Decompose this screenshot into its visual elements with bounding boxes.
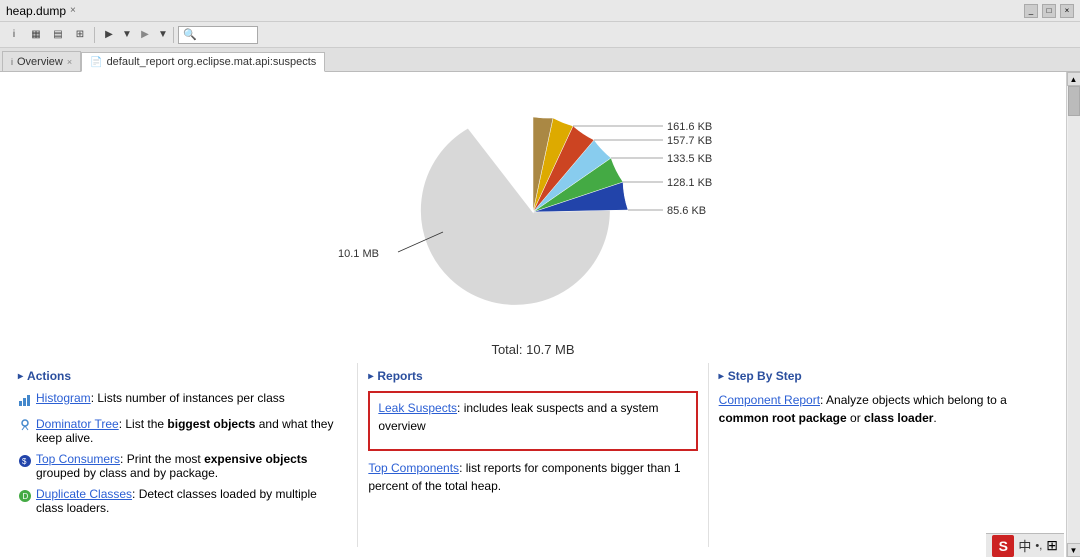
common-root-bold: common root package	[719, 411, 847, 425]
label-value-5: 85.6 KB	[667, 205, 706, 217]
top-components-link[interactable]: Top Components	[368, 461, 459, 475]
close-button[interactable]: ×	[1060, 4, 1074, 18]
duplicate-item: D Duplicate Classes: Detect classes load…	[18, 487, 347, 515]
tab-overview[interactable]: i Overview ×	[2, 51, 81, 71]
histogram-item: Histogram: Lists number of instances per…	[18, 391, 347, 410]
scrollbar-up-button[interactable]: ▲	[1067, 72, 1080, 86]
dominator-item: Dominator Tree: List the biggest objects…	[18, 417, 347, 445]
leak-suspects-text: Leak Suspects: includes leak suspects an…	[378, 399, 687, 435]
chart-total: Total: 10.7 MB	[0, 342, 1066, 363]
table-button[interactable]: ⊞	[70, 25, 90, 45]
info-button[interactable]: i	[4, 25, 24, 45]
run-dropdown-button[interactable]: ▼	[121, 25, 133, 45]
window-controls: _ □ ×	[1024, 4, 1074, 18]
step-by-step-section: Step By Step Component Report: Analyze o…	[709, 363, 1058, 547]
histogram-icon	[18, 393, 32, 410]
tab-bar: i Overview × 📄 default_report org.eclips…	[0, 48, 1080, 72]
consumers-icon: $	[18, 454, 32, 471]
suspects-tab-icon: 📄	[90, 57, 102, 68]
duplicate-icon: D	[18, 489, 32, 506]
lang-icon: 中	[1018, 536, 1031, 555]
maximize-button[interactable]: □	[1042, 4, 1056, 18]
toolbar: i ▦ ▤ ⊞ ▶ ▼ ▶ ▼ 🔍	[0, 22, 1080, 48]
duplicate-text: Duplicate Classes: Detect classes loaded…	[36, 487, 347, 515]
duplicate-link[interactable]: Duplicate Classes	[36, 487, 132, 501]
dot-icon: •,	[1035, 540, 1042, 552]
histogram-link[interactable]: Histogram	[36, 391, 91, 405]
debug-dropdown-button[interactable]: ▼	[157, 25, 169, 45]
total-label-text: Total: 10.7 MB	[491, 342, 574, 357]
dominator-icon	[18, 419, 32, 436]
scrollbar-track[interactable]	[1068, 86, 1080, 543]
svg-text:$: $	[22, 457, 27, 466]
settings-icon[interactable]: ⊞	[1046, 537, 1058, 554]
large-slice-label: 10.1 MB	[338, 248, 379, 260]
component-report-text: Component Report: Analyze objects which …	[719, 391, 1048, 427]
actions-section: Actions Histogram: Lists number of insta…	[8, 363, 358, 547]
consumers-text: Top Consumers: Print the most expensive …	[36, 452, 347, 480]
consumers-link[interactable]: Top Consumers	[36, 452, 120, 466]
chart-area: 85.6 KB 128.1 KB 133.5 KB 157.7 KB 161.6…	[0, 82, 1066, 342]
dominator-text: Dominator Tree: List the biggest objects…	[36, 417, 347, 445]
title-close-icon[interactable]: ×	[70, 5, 76, 16]
step-by-step-title: Step By Step	[719, 369, 1048, 383]
separator-1	[94, 27, 95, 43]
pie-container: 85.6 KB 128.1 KB 133.5 KB 157.7 KB 161.6…	[333, 102, 733, 322]
search-box: 🔍	[178, 26, 258, 44]
bottom-sections: Actions Histogram: Lists number of insta…	[0, 363, 1066, 547]
separator-2	[173, 27, 174, 43]
content-area: 85.6 KB 128.1 KB 133.5 KB 157.7 KB 161.6…	[0, 72, 1066, 557]
label-value-2: 157.7 KB	[667, 135, 712, 147]
title-bar: heap.dump × _ □ ×	[0, 0, 1080, 22]
label-value-3: 133.5 KB	[667, 153, 712, 165]
title-text: heap.dump	[6, 4, 66, 18]
grid-button[interactable]: ▦	[26, 25, 46, 45]
tab-overview-close[interactable]: ×	[67, 57, 72, 67]
main-content: 85.6 KB 128.1 KB 133.5 KB 157.7 KB 161.6…	[0, 72, 1080, 557]
scrollbar-thumb[interactable]	[1068, 86, 1080, 116]
pie-chart: 85.6 KB 128.1 KB 133.5 KB 157.7 KB 161.6…	[333, 102, 733, 322]
top-components-text: Top Components: list reports for compone…	[368, 459, 697, 495]
label-value-1: 161.6 KB	[667, 121, 712, 133]
dominator-link[interactable]: Dominator Tree	[36, 417, 119, 431]
dominator-bold: biggest objects	[167, 417, 255, 431]
scrollbar-down-button[interactable]: ▼	[1067, 543, 1080, 557]
leak-suspects-link[interactable]: Leak Suspects	[378, 401, 457, 415]
list-button[interactable]: ▤	[48, 25, 68, 45]
tab-overview-label: Overview	[17, 56, 63, 68]
status-bar: S 中 •, ⊞	[986, 533, 1064, 557]
overview-tab-icon: i	[11, 57, 13, 67]
actions-title: Actions	[18, 369, 347, 383]
search-icon: 🔍	[183, 28, 197, 41]
label-value-4: 128.1 KB	[667, 177, 712, 189]
consumers-item: $ Top Consumers: Print the most expensiv…	[18, 452, 347, 480]
component-report-link[interactable]: Component Report	[719, 393, 820, 407]
minimize-button[interactable]: _	[1024, 4, 1038, 18]
tab-suspects[interactable]: 📄 default_report org.eclipse.mat.api:sus…	[81, 52, 325, 72]
scrollbar: ▲ ▼	[1066, 72, 1080, 557]
class-loader-bold: class loader	[864, 411, 933, 425]
svg-text:D: D	[23, 492, 29, 501]
run-button[interactable]: ▶	[99, 25, 119, 45]
leak-suspects-box: Leak Suspects: includes leak suspects an…	[368, 391, 697, 451]
s-icon: S	[992, 535, 1014, 557]
debug-button[interactable]: ▶	[135, 25, 155, 45]
consumers-bold: expensive objects	[204, 452, 307, 466]
page-wrapper: heap.dump × _ □ × i ▦ ▤ ⊞ ▶ ▼ ▶ ▼ 🔍 i Ov…	[0, 0, 1080, 557]
reports-title: Reports	[368, 369, 697, 383]
tab-suspects-label: default_report org.eclipse.mat.api:suspe…	[107, 56, 317, 68]
histogram-text: Histogram: Lists number of instances per…	[36, 391, 285, 405]
reports-section: Reports Leak Suspects: includes leak sus…	[358, 363, 708, 547]
